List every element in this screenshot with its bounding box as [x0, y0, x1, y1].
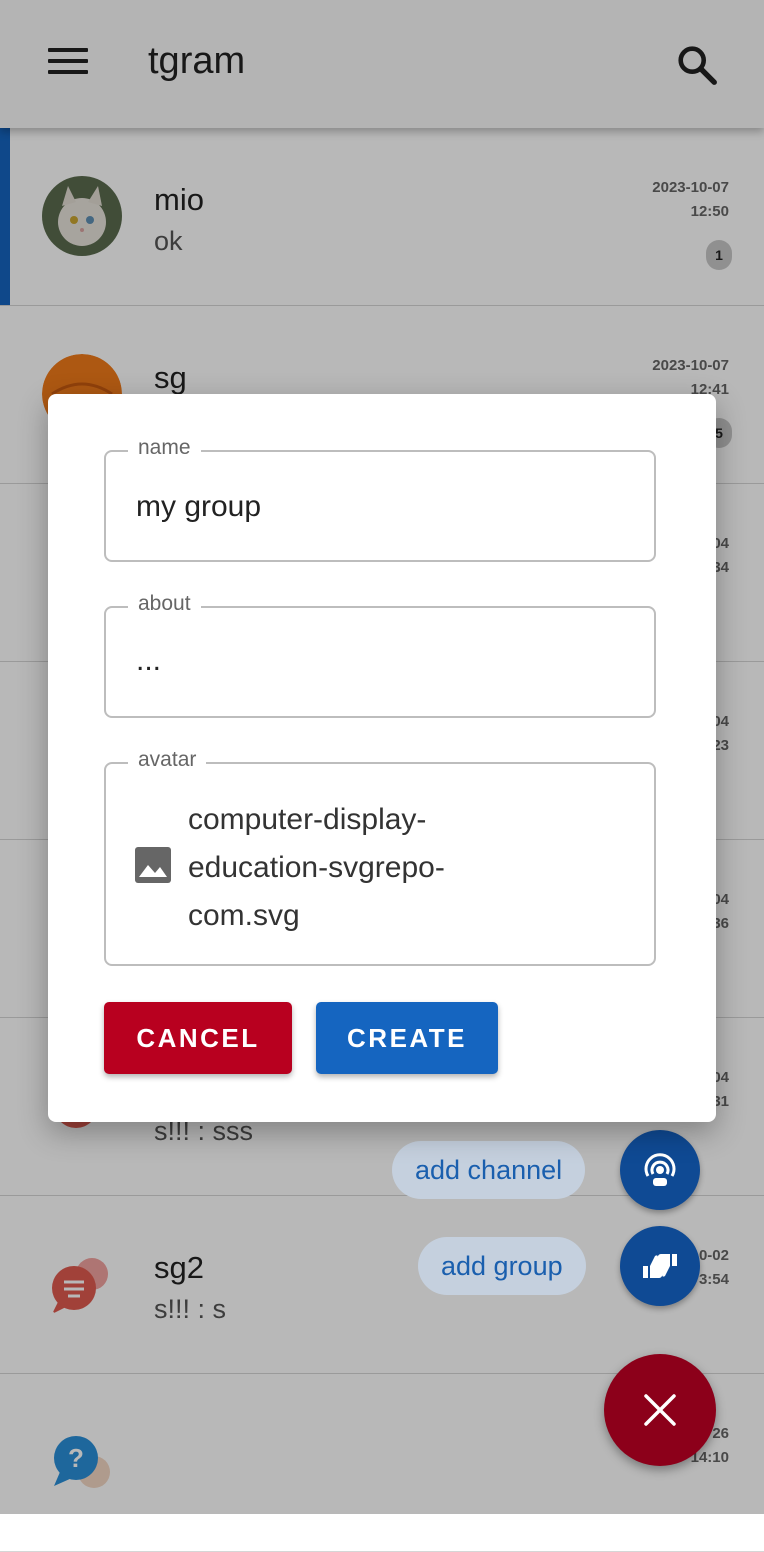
add-channel-button[interactable]	[620, 1130, 700, 1210]
close-speed-dial-button[interactable]	[604, 1354, 716, 1466]
about-field-label: about	[128, 592, 201, 616]
name-field-value[interactable]: my group	[136, 490, 261, 524]
about-field[interactable]: about ...	[104, 592, 656, 718]
broadcast-icon	[644, 1153, 676, 1186]
name-field[interactable]: name my group	[104, 436, 656, 562]
name-field-label: name	[128, 436, 201, 460]
create-button[interactable]: CREATE	[316, 1002, 498, 1074]
thumbs-icon	[643, 1254, 677, 1278]
avatar-field[interactable]: avatar computer-display-education-svgrep…	[104, 748, 656, 966]
about-field-value[interactable]: ...	[136, 644, 161, 678]
avatar-filename: computer-display-education-svgrepo-com.s…	[188, 803, 445, 932]
create-group-dialog: name my group about ... avatar computer-…	[48, 394, 716, 1122]
close-icon	[644, 1394, 676, 1426]
add-group-button[interactable]	[620, 1226, 700, 1306]
avatar-field-label: avatar	[128, 748, 207, 772]
cancel-button[interactable]: CANCEL	[104, 1002, 292, 1074]
image-icon	[135, 847, 171, 883]
add-channel-label[interactable]: add channel	[392, 1141, 586, 1199]
add-group-label[interactable]: add group	[418, 1237, 586, 1295]
